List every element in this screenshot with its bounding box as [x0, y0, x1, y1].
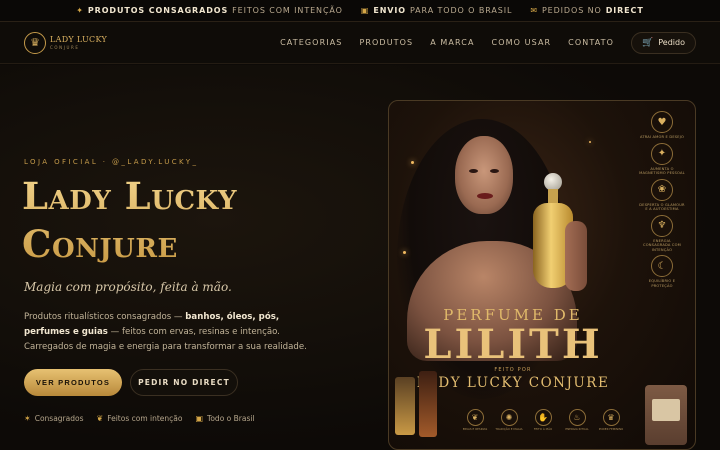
product-showcase-card[interactable]: PERFUME DE LILITH FEITO POR LADY LUCKY C… — [388, 100, 696, 450]
order-button[interactable]: 🛒 Pedido — [631, 31, 696, 54]
hero-badge-label: Feitos com intenção — [107, 414, 183, 423]
product-benefit-label: PODER FEMININO — [598, 427, 624, 431]
artwork-hand — [565, 221, 587, 291]
hero-badge-label: Todo o Brasil — [207, 414, 255, 423]
sparkle-icon: ✶ — [24, 414, 31, 423]
star-icon: ✦ — [651, 142, 673, 165]
crown-icon: ♛ — [602, 409, 620, 426]
product-benefit: ✺ TRADIÇÃO E MAGIA — [495, 409, 523, 431]
hero-badges: ✶ Consagrados ❦ Feitos com intenção ▣ Todo o … — [24, 414, 255, 423]
hero-title-line2: Conjure — [22, 222, 178, 266]
order-direct-button[interactable]: PEDIR NO DIRECT — [130, 369, 238, 396]
flame-icon: ♨ — [568, 409, 586, 426]
view-products-button[interactable]: VER PRODUTOS — [24, 369, 122, 396]
oil-vial — [395, 377, 415, 435]
box-icon: ▣ — [195, 414, 204, 423]
hero-badge-label: Consagrados — [34, 414, 84, 423]
hero-tagline: Magia com propósito, feita à mão. — [24, 280, 232, 294]
candle-glow — [403, 251, 406, 254]
product-property: ✦ AUMENTA O MAGNETISMO PESSOAL — [639, 142, 685, 176]
product-property: ☾ EQUILÍBRIO E PROTEÇÃO — [639, 255, 685, 288]
product-property: ♆ ENERGIA CONSAGRADA COM INTENÇÃO — [639, 214, 685, 253]
site-header: ♛ LADY LUCKY CONJURE CATEGORIAS PRODUTOS… — [0, 22, 720, 64]
product-benefit-label: TRADIÇÃO E MAGIA — [495, 427, 523, 431]
leaf-icon: ❦ — [96, 414, 104, 423]
product-benefit-label: ENERGIA RITUAL — [565, 427, 589, 431]
announcement-bold: PRODUTOS CONSAGRADOS — [87, 6, 229, 15]
desc-prefix: Produtos ritualísticos consagrados — — [24, 312, 186, 322]
oil-vial — [419, 371, 437, 437]
order-button-label: Pedido — [658, 38, 685, 47]
main-nav: CATEGORIAS PRODUTOS A MARCA COMO USAR CO… — [280, 31, 696, 54]
herb-icon: ❦ — [466, 409, 484, 426]
announcement-text: PARA TODO O BRASIL — [409, 6, 513, 15]
nav-item-contato[interactable]: CONTATO — [568, 38, 614, 47]
product-benefits-row: ❦ ERVAS E RESINAS ✺ TRADIÇÃO E MAGIA ✋ FEITO … — [461, 409, 625, 431]
announcement-item: ▣ ENVIO PARA TODO O BRASIL — [361, 6, 512, 15]
announcement-item: ✦ PRODUTOS CONSAGRADOS FEITOS COM INTENÇÃO — [76, 6, 343, 15]
candle-glow — [589, 141, 591, 143]
nav-item-produtos[interactable]: PRODUTOS — [359, 38, 413, 47]
product-property-label: EQUILÍBRIO E PROTEÇÃO — [648, 279, 676, 288]
brand-logo[interactable]: ♛ LADY LUCKY CONJURE — [24, 31, 108, 54]
box-icon: ▣ — [360, 6, 370, 15]
hero-title: Lady Lucky Conjure — [22, 172, 362, 268]
moon-icon: ☾ — [651, 255, 673, 277]
sun-icon: ✺ — [500, 409, 518, 426]
artwork-face — [455, 136, 513, 214]
hero-badge: ✶ Consagrados — [24, 414, 83, 423]
product-property-label: AUMENTA O MAGNETISMO PESSOAL — [639, 166, 685, 176]
hero-description: Produtos ritualísticos consagrados — ban… — [24, 310, 314, 355]
logo-subtitle: CONJURE — [50, 44, 80, 50]
chat-icon: ✉ — [530, 6, 538, 15]
product-benefit-label: ERVAS E RESINAS — [462, 427, 488, 431]
cart-icon: 🛒 — [642, 37, 654, 48]
product-property-label: ATRAI AMOR E DESEJO — [639, 135, 685, 139]
rose-icon: ❀ — [651, 178, 673, 201]
product-property-label: DESPERTA O GLAMOUR E A AUTOESTIMA — [639, 202, 685, 212]
product-property: ❀ DESPERTA O GLAMOUR E A AUTOESTIMA — [639, 178, 685, 212]
product-property-label: ENERGIA CONSAGRADA COM INTENÇÃO — [643, 238, 681, 252]
nav-item-a-marca[interactable]: A MARCA — [430, 38, 474, 47]
candle-glow — [411, 161, 414, 164]
star-icon: ✦ — [76, 6, 84, 15]
product-pouch — [645, 385, 687, 445]
nav-item-categorias[interactable]: CATEGORIAS — [280, 38, 342, 47]
heart-icon: ♥ — [651, 111, 673, 133]
announcement-bar: ✦ PRODUTOS CONSAGRADOS FEITOS COM INTENÇÃO… — [0, 0, 720, 22]
artwork-lips — [477, 193, 493, 199]
announcement-bold: ENVIO — [373, 6, 406, 15]
product-property: ♥ ATRAI AMOR E DESEJO — [639, 111, 685, 140]
hero-title-line1: Lady Lucky — [22, 174, 238, 218]
nav-item-como-usar[interactable]: COMO USAR — [492, 38, 552, 47]
hero-badge: ▣ Todo o Brasil — [195, 414, 254, 423]
hero-badge: ❦ Feitos com intenção — [96, 414, 182, 423]
product-benefit: ♨ ENERGIA RITUAL — [563, 409, 591, 431]
product-benefit: ✋ FEITO À MÃO — [529, 409, 557, 431]
artwork-eye — [490, 169, 499, 173]
hero-eyebrow: LOJA OFICIAL · @_LADY.LUCKY_ — [24, 158, 199, 166]
product-artwork: PERFUME DE LILITH FEITO POR LADY LUCKY C… — [389, 101, 695, 449]
product-title-big: LILITH — [423, 321, 603, 368]
product-benefit: ♛ PODER FEMININO — [597, 409, 625, 431]
announcement-item: ✉ PEDIDOS NO DIRECT — [530, 6, 643, 15]
announcement-bold: DIRECT — [605, 6, 644, 15]
product-benefit-label: FEITO À MÃO — [533, 427, 553, 431]
announcement-text: FEITOS COM INTENÇÃO — [232, 6, 343, 15]
crown-icon: ♛ — [24, 31, 46, 54]
logo-name: LADY LUCKY — [50, 34, 108, 44]
product-benefit: ❦ ERVAS E RESINAS — [461, 409, 489, 431]
artwork-eye — [469, 169, 478, 173]
announcement-text: PEDIDOS NO — [541, 6, 602, 15]
hand-icon: ✋ — [534, 409, 552, 426]
product-properties-column: ♥ ATRAI AMOR E DESEJO ✦ AUMENTA O MAGNETISM… — [639, 111, 685, 288]
candle-icon: ♆ — [651, 214, 673, 237]
